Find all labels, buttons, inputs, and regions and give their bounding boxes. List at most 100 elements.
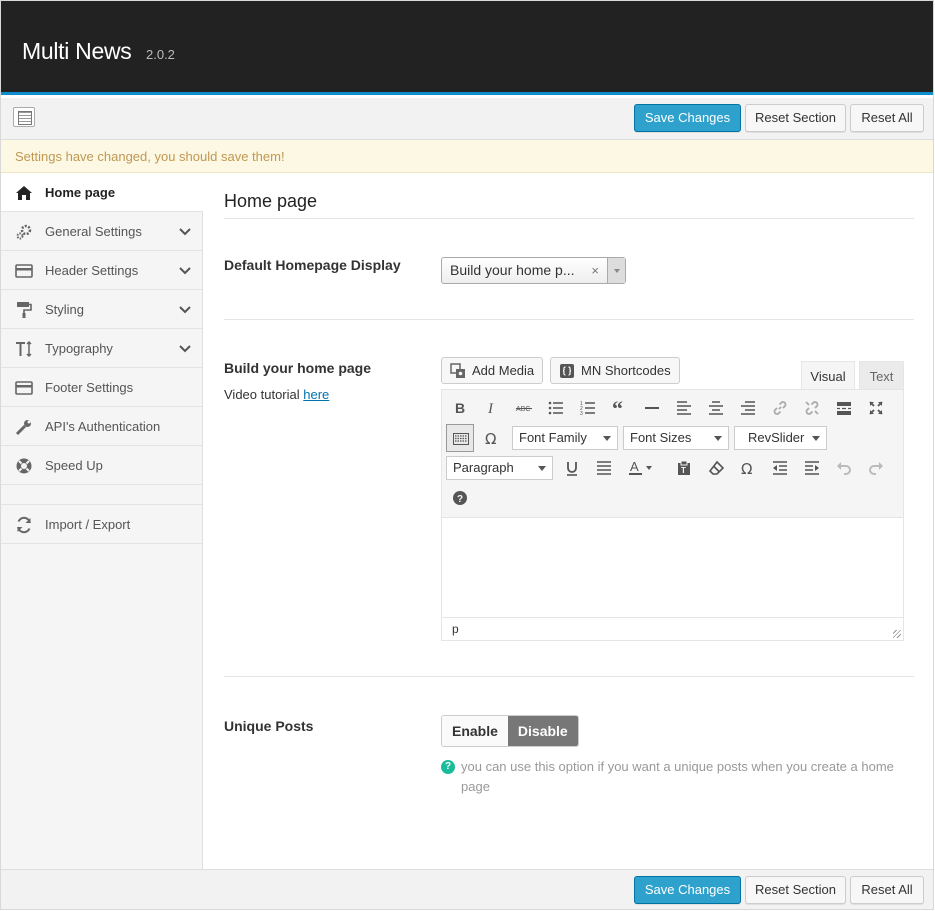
underline-icon[interactable] (558, 454, 586, 482)
svg-text:A: A (630, 460, 639, 474)
unique-posts-toggle: Enable Disable (441, 715, 579, 747)
font-sizes-select[interactable]: Font Sizes (623, 426, 729, 450)
format-select[interactable]: Paragraph (446, 456, 553, 480)
sidebar-item-typography[interactable]: Typography (1, 329, 202, 368)
italic-icon[interactable]: I (478, 394, 506, 422)
text-height-icon (16, 340, 32, 358)
mn-shortcodes-button[interactable]: MN Shortcodes (550, 357, 680, 384)
options-panel: Multi News 2.0.2 Save Changes Reset Sect… (0, 0, 934, 910)
sidebar-item-styling[interactable]: Styling (1, 290, 202, 329)
editor-toolbar-row-1: B I ABC 123 “ (446, 394, 901, 422)
editor-toolbar-row-3: Paragraph A T Ω (446, 454, 901, 482)
strikethrough-icon[interactable]: ABC (510, 394, 538, 422)
reset-section-button[interactable]: Reset Section (745, 876, 846, 904)
reset-all-button[interactable]: Reset All (850, 104, 924, 132)
default-homepage-display-label: Default Homepage Display (224, 257, 401, 273)
numbered-list-icon[interactable]: 123 (574, 394, 602, 422)
sidebar-item-home-page[interactable]: Home page (1, 173, 203, 212)
video-tutorial-text: Video tutorial here (224, 387, 330, 402)
undo-icon[interactable] (830, 454, 858, 482)
save-changes-button[interactable]: Save Changes (634, 104, 741, 132)
special-character-icon[interactable]: Ω (478, 424, 506, 452)
svg-text:Ω: Ω (485, 430, 496, 446)
chevron-down-icon (179, 267, 191, 275)
sidebar-item-header-settings[interactable]: Header Settings (1, 251, 202, 290)
editor-toolbar-row-2: Ω Font Family Font Sizes RevSlider (446, 424, 901, 452)
clear-selection-icon[interactable]: × (591, 258, 599, 283)
question-icon: ? (441, 760, 455, 774)
top-action-bar: Save Changes Reset Section Reset All (1, 98, 933, 140)
unique-posts-label: Unique Posts (224, 718, 314, 734)
bulleted-list-icon[interactable] (542, 394, 570, 422)
shortcode-icon (560, 364, 574, 378)
disable-option[interactable]: Disable (507, 716, 578, 746)
expand-options-button[interactable] (13, 107, 35, 127)
add-media-button[interactable]: Add Media (441, 357, 544, 384)
sidebar-item-label: Typography (45, 341, 113, 356)
reset-section-button[interactable]: Reset Section (745, 104, 846, 132)
chevron-down-icon (179, 228, 191, 236)
toolbar-toggle-icon[interactable] (446, 424, 474, 452)
sidebar-item-label: Home page (45, 185, 116, 200)
gears-icon (16, 224, 32, 240)
chevron-down-icon (179, 345, 191, 353)
justify-icon[interactable] (590, 454, 618, 482)
editor-status-bar: p (442, 617, 903, 640)
unlink-icon[interactable] (798, 394, 826, 422)
clear-formatting-icon[interactable] (702, 454, 730, 482)
sidebar-item-speed-up[interactable]: Speed Up (1, 446, 202, 485)
credit-card-icon (15, 264, 33, 278)
help-icon[interactable]: ? (446, 484, 474, 512)
select-value: Build your home p... (450, 262, 575, 278)
outdent-icon[interactable] (766, 454, 794, 482)
dropdown-arrow-icon[interactable] (607, 258, 625, 283)
help-text: you can use this option if you want a un… (461, 759, 894, 794)
build-home-page-label: Build your home page (224, 360, 372, 376)
horizontal-line-icon[interactable] (638, 394, 666, 422)
redo-icon[interactable] (862, 454, 890, 482)
paste-as-text-icon[interactable]: T (670, 454, 698, 482)
indent-icon[interactable] (798, 454, 826, 482)
revslider-select[interactable]: RevSlider (734, 426, 827, 450)
align-right-icon[interactable] (734, 394, 762, 422)
svg-text:T: T (681, 466, 686, 475)
sidebar-item-label: Speed Up (45, 458, 103, 473)
read-more-icon[interactable] (830, 394, 858, 422)
sidebar-item-label: Styling (45, 302, 85, 317)
sidebar-item-label: Header Settings (45, 263, 139, 278)
bold-icon[interactable]: B (446, 394, 474, 422)
special-character-icon[interactable]: Ω (734, 454, 762, 482)
svg-text:“: “ (612, 400, 623, 416)
enable-option[interactable]: Enable (442, 716, 508, 746)
align-center-icon[interactable] (702, 394, 730, 422)
fullscreen-icon[interactable] (862, 394, 890, 422)
align-left-icon[interactable] (670, 394, 698, 422)
reset-all-button[interactable]: Reset All (850, 876, 924, 904)
sidebar-item-footer-settings[interactable]: Footer Settings (1, 368, 202, 407)
svg-text:Ω: Ω (741, 460, 752, 476)
insert-link-icon[interactable] (766, 394, 794, 422)
tab-visual[interactable]: Visual (801, 361, 855, 390)
sidebar-item-general-settings[interactable]: General Settings (1, 212, 202, 251)
element-path: p (452, 622, 459, 636)
tab-text[interactable]: Text (859, 361, 904, 390)
refresh-icon (17, 516, 31, 534)
font-family-select[interactable]: Font Family (512, 426, 618, 450)
divider (224, 319, 914, 320)
text-color-icon[interactable]: A (622, 454, 658, 482)
sidebar-item-label: API's Authentication (45, 419, 161, 434)
save-changes-button[interactable]: Save Changes (634, 876, 741, 904)
sidebar-item-import-export[interactable]: Import / Export (1, 505, 202, 544)
editor-content-area[interactable] (442, 517, 903, 617)
divider (224, 218, 914, 219)
default-homepage-display-select[interactable]: Build your home p... × (441, 257, 626, 284)
unique-posts-help: ? you can use this option if you want a … (441, 757, 901, 797)
sidebar-item-label: Footer Settings (45, 380, 134, 395)
sidebar-item-api-authentication[interactable]: API's Authentication (1, 407, 202, 446)
blockquote-icon[interactable]: “ (606, 394, 634, 422)
resize-handle[interactable] (893, 630, 901, 638)
svg-text:ABC: ABC (516, 406, 530, 413)
video-tutorial-link[interactable]: here (303, 387, 329, 402)
svg-text:B: B (455, 400, 465, 416)
divider (224, 676, 914, 677)
